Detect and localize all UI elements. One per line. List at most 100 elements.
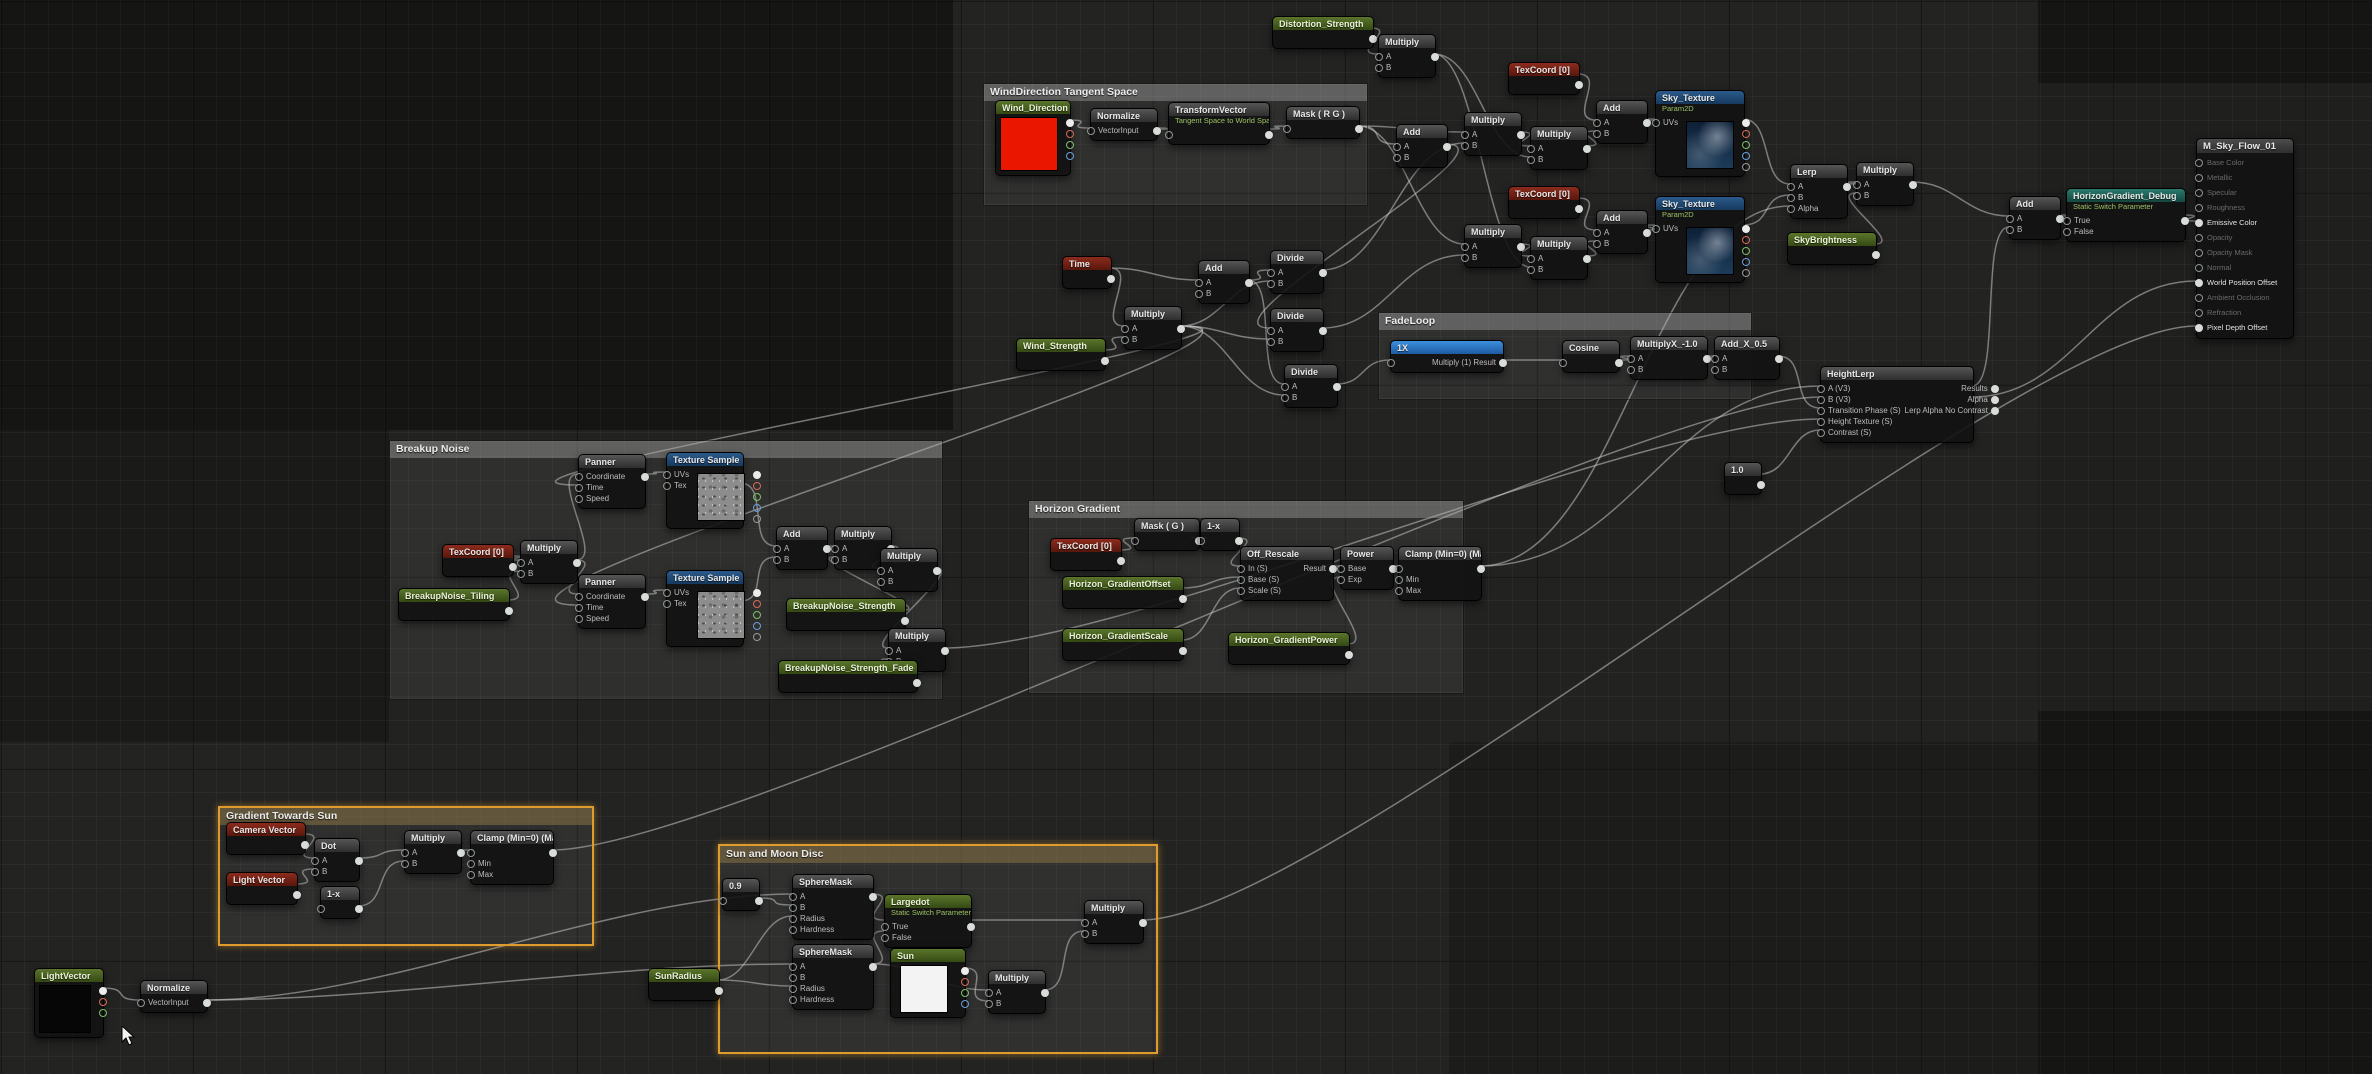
output-pin[interactable] [1066, 130, 1074, 138]
input-pin[interactable] [1527, 255, 1535, 263]
input-pin[interactable] [1395, 565, 1403, 573]
input-pin[interactable] [1711, 366, 1719, 374]
output-pin[interactable] [1843, 183, 1851, 191]
node-horizon-offset[interactable]: Horizon_GradientOffset [1062, 576, 1184, 609]
input-pin[interactable] [1853, 192, 1861, 200]
node-add-wind[interactable]: AddAB [1396, 124, 1448, 168]
input-pin[interactable] [1652, 119, 1660, 127]
input-pin[interactable] [1527, 145, 1535, 153]
output-pin[interactable] [1329, 565, 1337, 573]
node-sky-texture-1-preview-thumbnail[interactable] [1686, 121, 1734, 169]
node-light-vector-sun[interactable]: Light Vector [226, 872, 298, 905]
node-clamp-sungrad[interactable]: Clamp (Min=0) (Max=1)MinMax [470, 830, 554, 885]
node-add-uv1[interactable]: AddAB [1596, 100, 1648, 144]
comment-fadeloop-title-bar[interactable]: FadeLoop [1379, 313, 1751, 330]
material-pin-ambient-occlusion[interactable]: Ambient Occlusion [2197, 290, 2293, 305]
output-pin[interactable] [641, 473, 649, 481]
node-sky-texture-1[interactable]: Sky_TextureParam2DUVs [1655, 90, 1745, 177]
output-pin[interactable] [1477, 565, 1485, 573]
output-pin[interactable] [869, 963, 877, 971]
output-pin[interactable] [1369, 35, 1377, 43]
material-pin-opacity-mask[interactable]: Opacity Mask [2197, 245, 2293, 260]
input-pin[interactable] [789, 893, 797, 901]
node-horizongradient-debug[interactable]: HorizonGradient_DebugStatic Switch Param… [2066, 188, 2186, 242]
node-mask-rg[interactable]: Mask ( R G ) [1286, 106, 1360, 139]
input-pin[interactable] [467, 871, 475, 879]
material-pin-refraction[interactable]: Refraction [2197, 305, 2293, 320]
output-pin[interactable] [1703, 355, 1711, 363]
node-panner-2[interactable]: PannerCoordinateTimeSpeed [578, 574, 646, 629]
input-pin[interactable] [1165, 131, 1173, 139]
input-pin[interactable] [1593, 240, 1601, 248]
output-pin[interactable] [641, 593, 649, 601]
output-pin[interactable] [1575, 205, 1583, 213]
output-pin[interactable] [1101, 357, 1109, 365]
node-normalize-wind[interactable]: NormalizeVectorInput [1090, 108, 1158, 141]
input-pin[interactable] [1461, 131, 1469, 139]
output-pin[interactable] [1742, 225, 1750, 233]
input-pin[interactable] [831, 545, 839, 553]
input-pin[interactable] [719, 897, 727, 905]
comment-horizon-gradient-title-bar[interactable]: Horizon Gradient [1029, 501, 1463, 518]
input-pin[interactable] [1652, 225, 1660, 233]
output-pin[interactable] [753, 633, 761, 641]
input-pin[interactable] [1121, 325, 1129, 333]
output-pin[interactable] [933, 567, 941, 575]
output-pin[interactable] [1742, 119, 1750, 127]
node-wind-direction-color-swatch[interactable] [1000, 117, 1058, 171]
input-pin[interactable] [1395, 587, 1403, 595]
node-light-vector-main[interactable]: LightVector [34, 968, 104, 1038]
node-multiply-uv2b[interactable]: MultiplyAB [1530, 236, 1588, 280]
output-pin[interactable] [753, 589, 761, 597]
node-transformvector[interactable]: TransformVectorTangent Space to World Sp… [1168, 102, 1270, 145]
node-divide-1[interactable]: DivideAB [1270, 250, 1324, 294]
output-pin[interactable] [203, 999, 211, 1007]
output-pin[interactable] [1643, 229, 1651, 237]
output-pin[interactable] [961, 1000, 969, 1008]
output-pin[interactable] [1245, 279, 1253, 287]
node-largedot[interactable]: LargedotStatic Switch ParameterTrueFalse [884, 894, 972, 948]
input-pin[interactable] [881, 934, 889, 942]
input-pin[interactable] [467, 860, 475, 868]
output-pin[interactable] [1177, 325, 1185, 333]
output-pin[interactable] [961, 978, 969, 986]
material-pin-world-position-offset[interactable]: World Position Offset [2197, 275, 2293, 290]
output-pin[interactable] [1757, 481, 1765, 489]
node-const-one[interactable]: 1.0 [1724, 462, 1762, 495]
output-pin[interactable] [753, 482, 761, 490]
output-pin[interactable] [1909, 181, 1917, 189]
node-spheremask-1[interactable]: SphereMaskABRadiusHardness [792, 874, 874, 940]
comment-winddirection-tangent-space-title-bar[interactable]: WindDirection Tangent Space [984, 84, 1367, 101]
node-light-vector-main-color-swatch[interactable] [39, 985, 91, 1033]
node-distortion-strength[interactable]: Distortion_Strength [1272, 16, 1374, 49]
input-pin[interactable] [2195, 189, 2203, 197]
node-const-09[interactable]: 0.9 [722, 878, 760, 911]
input-pin[interactable] [1461, 243, 1469, 251]
material-pin-base-color[interactable]: Base Color [2197, 155, 2293, 170]
output-pin[interactable] [1991, 396, 1999, 404]
output-pin[interactable] [753, 493, 761, 501]
node-sky-texture-2-preview-thumbnail[interactable] [1686, 227, 1734, 275]
node-multiply-sundisc[interactable]: MultiplyAB [988, 970, 1046, 1014]
node-clamp-horizon[interactable]: Clamp (Min=0) (Max=1)MinMax [1398, 546, 1482, 601]
input-pin[interactable] [575, 473, 583, 481]
material-graph-canvas[interactable]: WindDirection Tangent SpaceFadeLoopBreak… [0, 0, 2372, 1074]
node-time[interactable]: Time [1062, 256, 1112, 289]
input-pin[interactable] [1237, 565, 1245, 573]
output-pin[interactable] [1443, 143, 1451, 151]
material-pin-opacity[interactable]: Opacity [2197, 230, 2293, 245]
material-pin-normal[interactable]: Normal [2197, 260, 2293, 275]
input-pin[interactable] [663, 482, 671, 490]
node-wind-strength[interactable]: Wind_Strength [1016, 338, 1106, 371]
output-pin[interactable] [1742, 247, 1750, 255]
output-pin[interactable] [1139, 919, 1147, 927]
input-pin[interactable] [1559, 359, 1567, 367]
input-pin[interactable] [311, 857, 319, 865]
output-pin[interactable] [753, 471, 761, 479]
output-pin[interactable] [823, 545, 831, 553]
output-pin[interactable] [1319, 269, 1327, 277]
input-pin[interactable] [1817, 418, 1825, 426]
node-sunradius[interactable]: SunRadius [648, 968, 720, 1001]
output-pin[interactable] [753, 622, 761, 630]
input-pin[interactable] [881, 923, 889, 931]
